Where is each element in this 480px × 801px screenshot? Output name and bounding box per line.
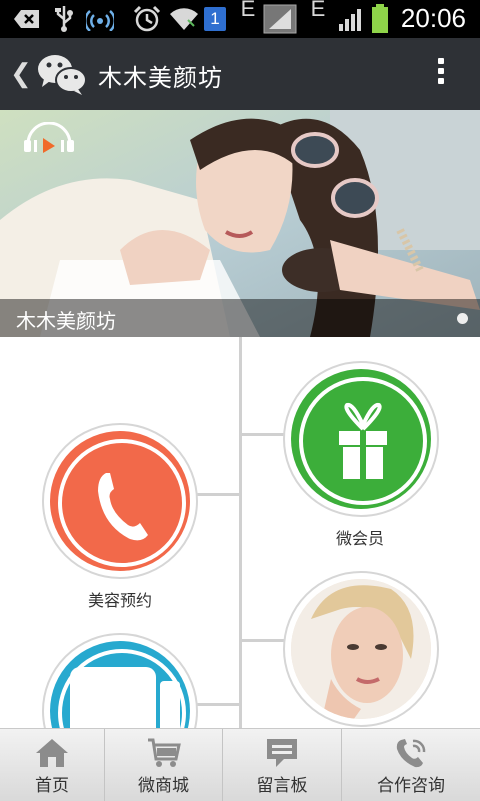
nav-message-board-label: 留言板 bbox=[256, 776, 308, 796]
nav-consult-label: 合作咨询 bbox=[377, 776, 445, 796]
wifi-icon bbox=[168, 4, 200, 34]
tile-background bbox=[50, 641, 190, 728]
connector-line bbox=[241, 639, 287, 642]
status-bar: 1 E E 20:06 bbox=[0, 0, 480, 38]
phone-call-icon bbox=[396, 739, 426, 768]
phone-icon bbox=[58, 439, 186, 567]
nav-shop[interactable]: 微商城 bbox=[105, 729, 222, 801]
page-title: 木木美颜坊 bbox=[98, 64, 223, 92]
wireless-hotspot-icon bbox=[86, 4, 114, 34]
home-icon bbox=[36, 739, 68, 767]
shop-tile[interactable] bbox=[42, 633, 198, 728]
timeline-line bbox=[239, 337, 242, 728]
keyboard-delete-icon bbox=[12, 4, 42, 34]
banner-caption-bar: 木木美颜坊 bbox=[0, 299, 480, 337]
beauty-booking-label[interactable]: 美容预约 bbox=[50, 587, 190, 611]
network-type-label: E bbox=[310, 0, 326, 21]
back-button[interactable]: ❮ bbox=[10, 58, 32, 89]
more-menu-button[interactable] bbox=[438, 58, 446, 92]
menu-dot-icon bbox=[438, 68, 444, 74]
network-type-label: E bbox=[240, 0, 256, 21]
menu-dot-icon bbox=[438, 78, 444, 84]
menu-dot-icon bbox=[438, 58, 444, 64]
wechat-logo-icon bbox=[36, 52, 88, 96]
tile-background bbox=[291, 369, 431, 509]
vip-member-label[interactable]: 微会员 bbox=[290, 525, 430, 549]
tile-background bbox=[50, 431, 190, 571]
nav-home[interactable]: 首页 bbox=[0, 729, 104, 801]
nav-home-label: 首页 bbox=[35, 776, 69, 796]
nav-message-board[interactable]: 留言板 bbox=[223, 729, 341, 801]
connector-line bbox=[241, 433, 287, 436]
slider-indicator-dot[interactable] bbox=[457, 313, 468, 324]
app-header: ❮ 木木美颜坊 bbox=[0, 38, 480, 110]
gift-icon bbox=[299, 377, 427, 505]
bottom-navigation: 首页 微商城 留言板 合作咨询 bbox=[0, 728, 480, 801]
video-icon bbox=[58, 649, 186, 728]
nav-shop-label: 微商城 bbox=[138, 776, 189, 796]
face-photo bbox=[291, 579, 431, 719]
signal-strength-icon bbox=[338, 4, 364, 34]
cart-icon bbox=[147, 738, 181, 767]
nav-consult[interactable]: 合作咨询 bbox=[342, 729, 480, 801]
clock: 20:06 bbox=[400, 3, 466, 33]
message-icon bbox=[267, 739, 297, 767]
banner-slider[interactable]: 木木美颜坊 bbox=[0, 110, 480, 337]
signal-icon bbox=[262, 4, 298, 34]
usb-icon bbox=[52, 4, 76, 34]
music-toggle-button[interactable] bbox=[22, 121, 76, 154]
connector-line bbox=[195, 493, 241, 496]
sim-number: 1 bbox=[204, 7, 226, 31]
connector-line bbox=[195, 703, 241, 706]
vip-member-tile[interactable] bbox=[283, 361, 439, 517]
banner-caption: 木木美颜坊 bbox=[16, 309, 116, 333]
tile-background bbox=[291, 579, 431, 719]
menu-tiles: 微会员 美容预约 bbox=[0, 337, 480, 728]
sim-indicator: 1 bbox=[204, 4, 226, 34]
battery-icon bbox=[370, 4, 390, 34]
beauty-photo-tile[interactable] bbox=[283, 571, 439, 727]
alarm-icon bbox=[132, 4, 162, 34]
beauty-booking-tile[interactable] bbox=[42, 423, 198, 579]
